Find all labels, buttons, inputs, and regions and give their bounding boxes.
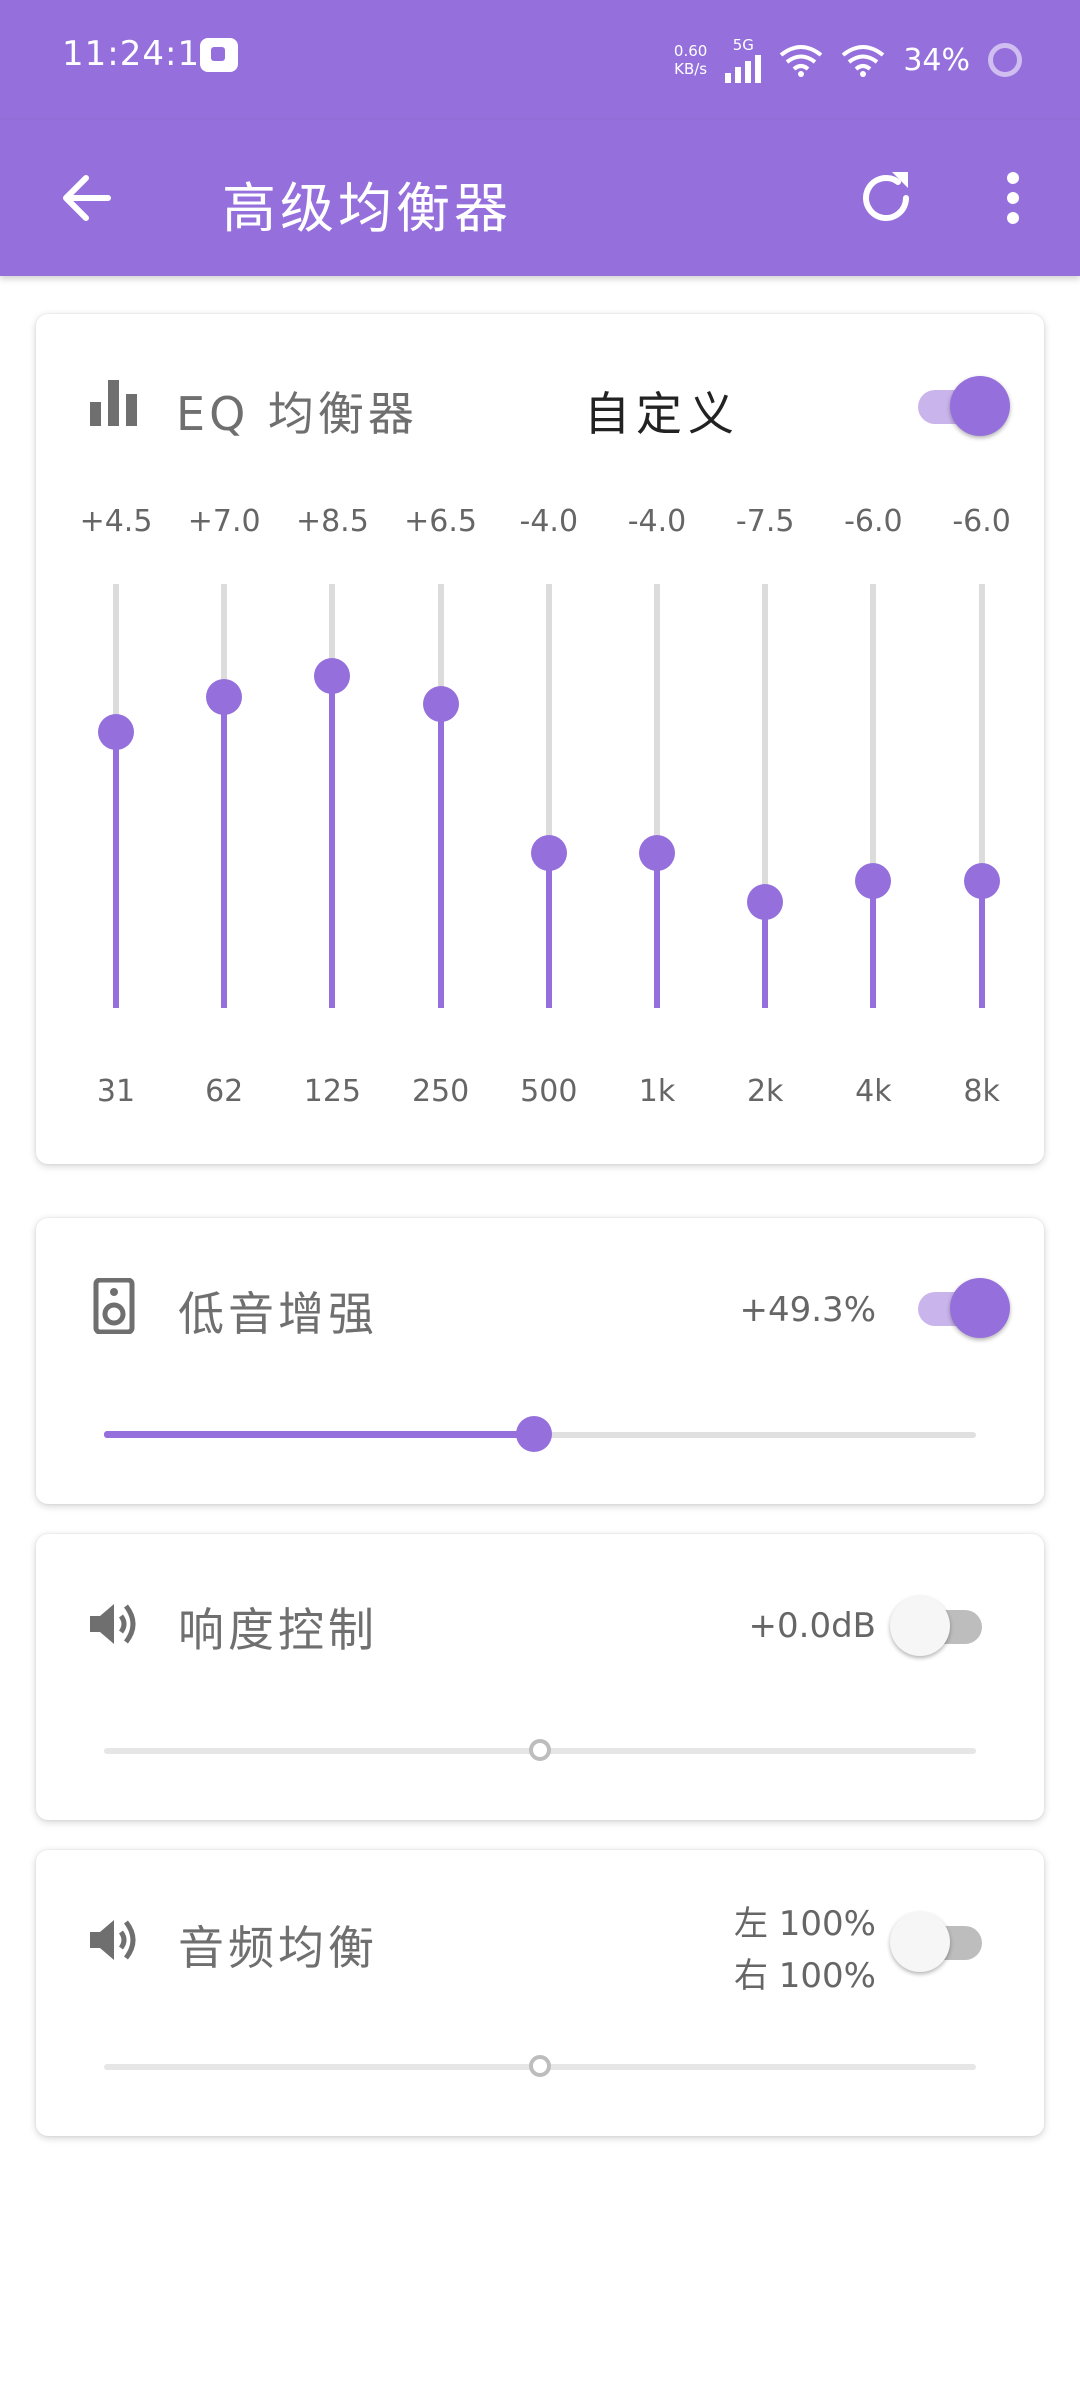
speaker-icon — [93, 1278, 135, 1334]
balance-toggle[interactable] — [890, 1912, 990, 1972]
bass-card: 低音增强 +49.3% — [36, 1218, 1044, 1504]
eq-band-fill — [113, 732, 119, 1008]
eq-band-knob[interactable] — [963, 862, 1000, 899]
network-type: 5G — [732, 36, 754, 54]
eq-band-gain: +4.5 — [79, 504, 153, 539]
eq-band-knob[interactable] — [314, 657, 351, 694]
eq-band-frequency: 62 — [205, 1074, 244, 1109]
toggle-thumb — [890, 1912, 950, 1972]
net-speed-value: 0.60 — [673, 42, 708, 60]
eq-band-fill — [329, 675, 336, 1008]
loudness-title: 响度控制 — [178, 1603, 378, 1657]
balance-card: 音频均衡 左 100% 右 100% — [36, 1850, 1044, 2136]
eq-band-knob[interactable] — [206, 679, 243, 716]
eq-band-knob[interactable] — [639, 834, 675, 871]
eq-band-fill — [437, 704, 444, 1008]
page-title: 高级均衡器 — [222, 177, 512, 240]
eq-band-gain: -7.5 — [735, 504, 795, 539]
eq-band-gain: +8.5 — [295, 504, 369, 539]
eq-band-fill — [654, 852, 660, 1008]
eq-band-fill — [221, 697, 228, 1008]
volume-icon — [90, 1920, 136, 1960]
battery-percent: 34% — [903, 42, 970, 78]
status-time: 11:24:14 — [62, 34, 223, 74]
slider-knob[interactable] — [529, 2055, 551, 2077]
balance-left-value: 左 100% — [733, 1904, 876, 1944]
eq-band-gain: -6.0 — [844, 504, 903, 539]
loudness-slider[interactable] — [104, 1730, 976, 1770]
eq-band-fill — [870, 880, 877, 1008]
refresh-icon[interactable] — [848, 160, 924, 236]
slider-knob[interactable] — [515, 1416, 552, 1452]
cell-signal: 5G — [725, 36, 762, 83]
eq-band-knob[interactable] — [98, 714, 134, 751]
signal-icon — [725, 53, 762, 83]
eq-band-frequency: 4k — [855, 1074, 892, 1109]
slider-fill — [104, 1431, 534, 1438]
eq-band-frequency: 2k — [746, 1074, 784, 1109]
wifi-icon-2 — [842, 45, 885, 77]
eq-band-knob[interactable] — [422, 686, 459, 723]
balance-title: 音频均衡 — [178, 1921, 378, 1975]
eq-band-frequency: 250 — [411, 1074, 470, 1109]
eq-band-frequency: 8k — [963, 1074, 1000, 1109]
loudness-card: 响度控制 +0.0dB — [36, 1534, 1044, 1820]
eq-band-knob[interactable] — [747, 884, 784, 920]
eq-band-frequency: 125 — [303, 1074, 362, 1109]
eq-band-frequency: 31 — [96, 1074, 136, 1109]
loudness-value: +0.0dB — [748, 1606, 876, 1646]
volume-icon — [90, 1604, 136, 1644]
loudness-toggle[interactable] — [890, 1596, 990, 1656]
net-speed-unit: KB/s — [674, 60, 708, 78]
bass-value: +49.3% — [739, 1290, 877, 1330]
net-speed: 0.60 KB/s — [674, 42, 707, 78]
back-arrow-icon[interactable] — [52, 160, 128, 236]
eq-band-frequency: 500 — [520, 1074, 578, 1109]
eq-band-frequency: 1k — [638, 1074, 676, 1109]
toggle-thumb — [950, 1278, 1010, 1338]
eq-band-knob[interactable] — [530, 834, 567, 871]
eq-card: EQ 均衡器 自定义 +4.5 31 +7.0 62 +8.5 125 +6.5 250 -4.… — [36, 314, 1044, 1164]
eq-band-gain: -6.0 — [952, 504, 1011, 539]
status-bar: 11:24:14 0.60 KB/s 5G 34% — [0, 0, 1080, 120]
more-vert-icon[interactable] — [988, 160, 1038, 236]
bass-title: 低音增强 — [178, 1287, 378, 1341]
bass-toggle[interactable] — [910, 1278, 1010, 1338]
slider-knob[interactable] — [529, 1739, 551, 1761]
eq-band-knob[interactable] — [855, 862, 892, 899]
notification-app-icon — [200, 38, 238, 72]
eq-band-gain: +6.5 — [404, 504, 478, 539]
eq-band-fill — [978, 880, 985, 1008]
toggle-thumb — [890, 1596, 950, 1656]
eq-band-gain: +7.0 — [187, 504, 261, 539]
eq-band-gain: -4.0 — [519, 504, 579, 539]
balance-right-value: 右 100% — [733, 1956, 876, 1996]
battery-icon — [988, 43, 1022, 77]
wifi-icon — [780, 45, 823, 77]
app-bar: 高级均衡器 — [0, 120, 1080, 276]
bass-slider[interactable] — [104, 1414, 976, 1454]
eq-band-fill — [545, 852, 552, 1008]
status-icons: 0.60 KB/s 5G 34% — [674, 30, 1022, 90]
balance-slider[interactable] — [104, 2046, 976, 2086]
eq-band-gain: -4.0 — [627, 504, 687, 539]
